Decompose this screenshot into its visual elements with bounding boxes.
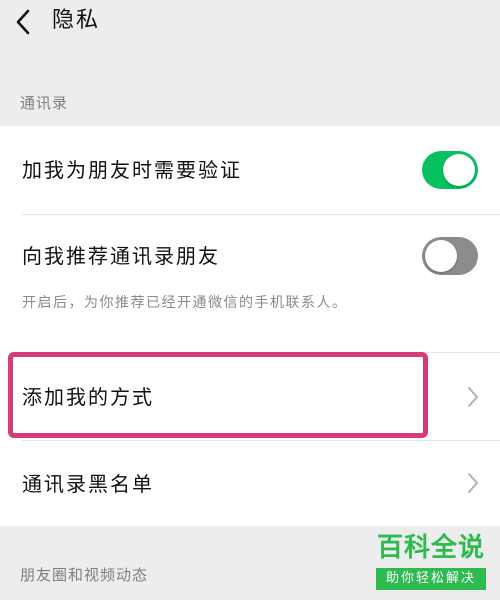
row-recommend-contacts[interactable]: 向我推荐通讯录朋友 开启后，为你推荐已经开通微信的手机联系人。 [0, 215, 500, 352]
chevron-left-icon [16, 9, 30, 35]
row-friend-verification[interactable]: 加我为朋友时需要验证 [0, 126, 500, 214]
recommend-contacts-description: 开启后，为你推荐已经开通微信的手机联系人。 [22, 295, 348, 311]
chevron-right-icon [468, 473, 478, 493]
section-label-moments: 朋友圈和视频动态 [20, 566, 149, 584]
section-header-contacts: 通讯录 [0, 56, 500, 126]
watermark-subtitle: 助你轻松解决 [376, 568, 486, 590]
row-contacts-blacklist[interactable]: 通讯录黑名单 [0, 441, 500, 526]
row-label-friend-verification: 加我为朋友时需要验证 [22, 158, 242, 182]
row-label-add-me-methods: 添加我的方式 [22, 385, 154, 409]
toggle-knob [425, 240, 457, 272]
watermark-title: 百科全说 [376, 533, 485, 563]
row-label-contacts-blacklist: 通讯录黑名单 [22, 472, 154, 496]
friend-verification-toggle[interactable] [422, 151, 478, 189]
section-label-contacts: 通讯录 [20, 94, 69, 112]
toggle-knob [443, 154, 475, 186]
contacts-settings-card: 加我为朋友时需要验证 向我推荐通讯录朋友 开启后，为你推荐已经开通微信的手机联系… [0, 126, 500, 526]
row-add-me-methods[interactable]: 添加我的方式 [0, 353, 500, 440]
recommend-contacts-toggle[interactable] [422, 237, 478, 275]
back-button[interactable] [8, 6, 40, 38]
row-label-recommend-contacts: 向我推荐通讯录朋友 [22, 244, 220, 268]
page-title: 隐私 [52, 8, 101, 33]
watermark-logo: 百科全说 助你轻松解决 [370, 532, 492, 594]
chevron-right-icon [468, 387, 478, 407]
nav-bar: 隐私 [0, 0, 500, 56]
